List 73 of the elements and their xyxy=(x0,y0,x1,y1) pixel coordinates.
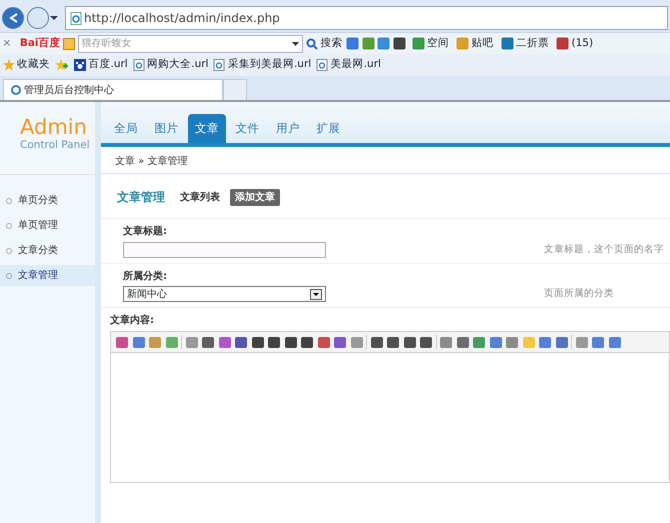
page-icon xyxy=(316,59,328,71)
toolbar-app-icon[interactable] xyxy=(392,37,406,50)
editor-tool-icon[interactable] xyxy=(234,334,248,348)
toolbar-button[interactable]: (15) xyxy=(555,34,594,52)
editor-tool-icon[interactable] xyxy=(419,334,433,348)
favorite-link[interactable]: 收藏夹 xyxy=(2,57,50,73)
toolbar-app-icon[interactable] xyxy=(346,37,360,50)
sidebar-item[interactable]: 文章分类 xyxy=(0,240,95,261)
close-toolbar-button[interactable]: × xyxy=(2,36,12,52)
toolbar-button[interactable]: 空间 xyxy=(410,34,450,52)
caret-icon xyxy=(313,292,319,296)
breadcrumb-text: 文章 » 文章管理 xyxy=(101,147,670,174)
browser-tab[interactable]: 管理员后台控制中心 xyxy=(2,79,222,100)
favorite-link[interactable]: 百度.url xyxy=(74,57,128,73)
nav-tab[interactable]: 扩展 xyxy=(310,114,348,143)
editor-tool-icon[interactable] xyxy=(316,334,330,348)
nav-tab[interactable]: 全局 xyxy=(107,114,145,143)
editor-tool-icon[interactable] xyxy=(218,334,232,348)
page-icon xyxy=(70,12,82,24)
favorite-link[interactable]: 采集到美最网.url xyxy=(213,57,312,73)
text-input[interactable] xyxy=(123,242,326,258)
baidu-logo: Bai百度 xyxy=(20,36,61,51)
sidebar-item[interactable]: 文章管理 xyxy=(0,265,95,286)
field-hint: 文章标题，这个页面的名字 xyxy=(544,243,664,258)
star-icon xyxy=(2,59,14,71)
editor-tool-icon[interactable] xyxy=(250,334,264,348)
editor-tool-icon[interactable] xyxy=(300,334,314,348)
editor-tool-icon[interactable] xyxy=(201,334,215,348)
nav-tab[interactable]: 图片 xyxy=(148,114,186,143)
page-icon xyxy=(132,59,145,71)
sidebar-item[interactable]: 单页管理 xyxy=(0,215,95,236)
field-label: 文章标题: xyxy=(123,224,168,239)
add-favorite-icon[interactable] xyxy=(55,59,69,71)
category-select[interactable]: 新闻中心 xyxy=(123,286,326,302)
nav-tab[interactable]: 文章 xyxy=(188,114,226,143)
favorite-link[interactable]: 网购大全.url xyxy=(132,57,208,73)
sidebar-item[interactable]: 单页分类 xyxy=(0,190,95,211)
editor-tool-icon[interactable] xyxy=(333,334,347,348)
page-icon xyxy=(10,84,22,96)
caret-icon xyxy=(292,42,299,46)
app-icon xyxy=(556,37,570,50)
logo-title: Admin xyxy=(20,116,88,138)
field-label: 文章内容: xyxy=(110,313,155,328)
nav-tab[interactable]: 用户 xyxy=(269,114,307,143)
field-label: 所属分类: xyxy=(123,270,168,284)
favorite-link[interactable]: 美最网.url xyxy=(316,57,381,73)
nav-tab[interactable]: 文件 xyxy=(228,114,266,143)
editor-tool-icon[interactable] xyxy=(115,334,129,348)
toolbar-button[interactable]: 贴吧 xyxy=(455,34,495,52)
app-icon xyxy=(412,37,425,50)
page-icon xyxy=(213,59,226,71)
app-icon xyxy=(500,37,514,50)
search-placeholder: 猥存昕蝮女 xyxy=(82,36,132,51)
action-link[interactable]: 添加文章 xyxy=(230,188,280,206)
search-icon xyxy=(306,38,318,50)
app-icon xyxy=(456,37,470,50)
search-button[interactable]: 搜索 xyxy=(305,34,344,52)
field-hint: 页面所属的分类 xyxy=(544,286,614,301)
page-title: 文章管理 xyxy=(117,189,165,206)
paw-icon xyxy=(74,59,86,71)
editor-tool-icon[interactable] xyxy=(554,334,568,348)
editor-tool-icon[interactable] xyxy=(456,334,470,348)
editor-tool-icon[interactable] xyxy=(402,334,416,348)
logo-subtitle: Control Panel xyxy=(20,138,91,153)
editor-tool-icon[interactable] xyxy=(267,334,281,348)
editor-tool-icon[interactable] xyxy=(370,334,384,348)
square-icon xyxy=(63,38,76,50)
dropdown-arrow-icon[interactable] xyxy=(48,14,58,22)
editor-tool-icon[interactable] xyxy=(284,334,298,348)
toolbar-button[interactable]: 二折票 xyxy=(500,34,550,52)
action-link[interactable]: 文章列表 xyxy=(175,188,225,206)
editor-tool-icon[interactable] xyxy=(386,334,400,348)
back-button[interactable] xyxy=(2,7,24,29)
